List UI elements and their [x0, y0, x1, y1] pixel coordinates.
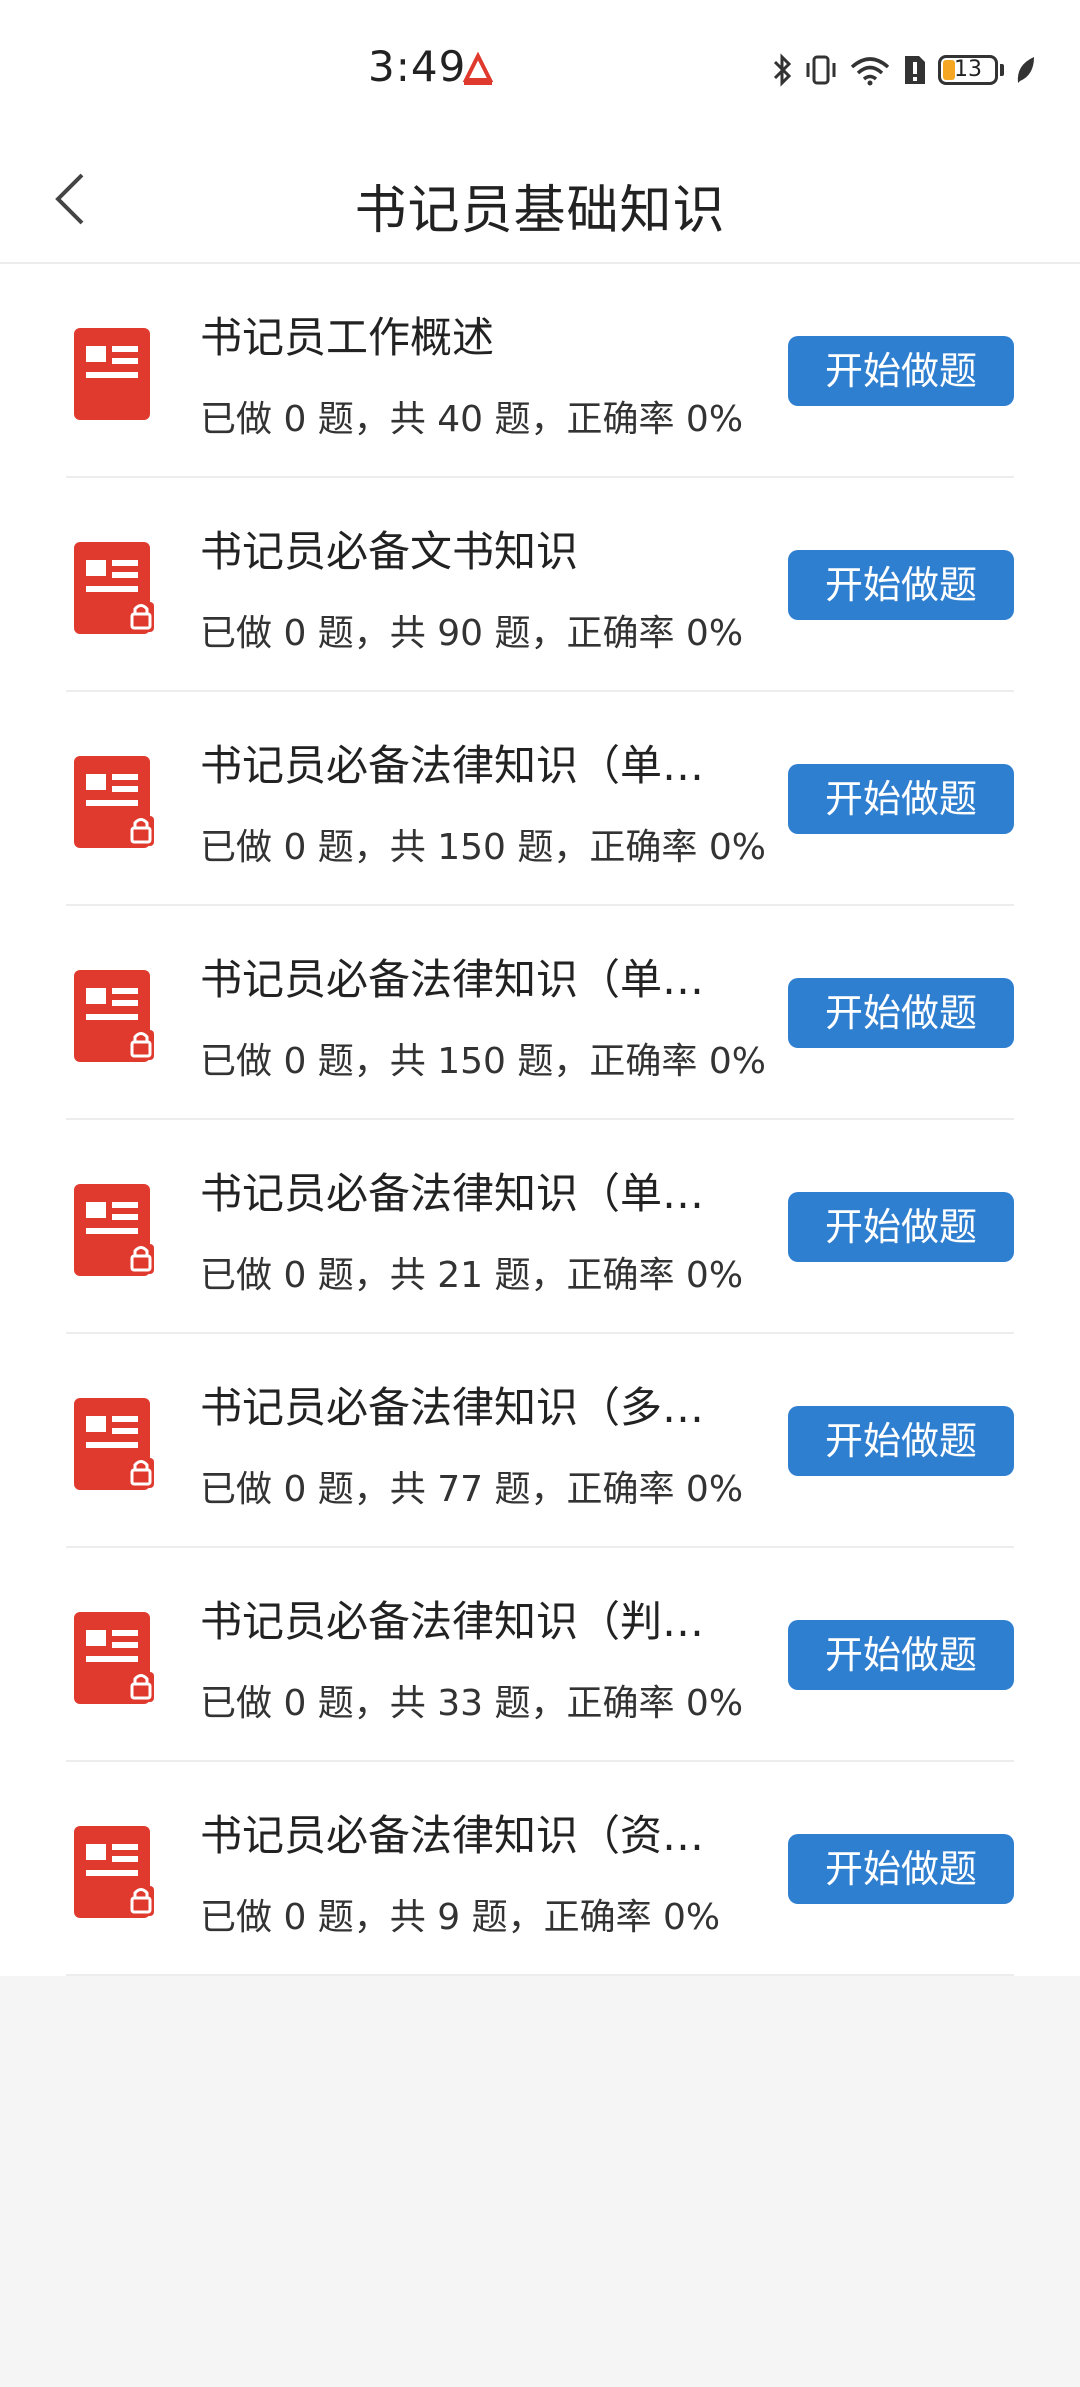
lock-icon	[128, 1030, 154, 1060]
start-quiz-button[interactable]: 开始做题	[788, 336, 1014, 406]
list-item: 书记员必备法律知识（多… 已做 0 题，共 77 题，正确率 0% 开始做题	[66, 1334, 1014, 1548]
item-progress: 已做 0 题，共 150 题，正确率 0%	[200, 1041, 766, 1082]
list-item: 书记员工作概述 已做 0 题，共 40 题，正确率 0% 开始做题	[66, 264, 1014, 478]
list-item: 书记员必备法律知识（单… 已做 0 题，共 21 题，正确率 0% 开始做题	[66, 1120, 1014, 1334]
lock-icon	[128, 1672, 154, 1702]
start-quiz-button[interactable]: 开始做题	[788, 1192, 1014, 1262]
bluetooth-icon	[773, 53, 792, 87]
document-icon	[74, 1184, 154, 1276]
document-icon	[74, 1826, 154, 1918]
battery-level: 13	[954, 57, 982, 82]
document-icon	[74, 328, 150, 420]
start-quiz-button[interactable]: 开始做题	[788, 1834, 1014, 1904]
lock-icon	[128, 602, 154, 632]
page-title: 书记员基础知识	[354, 181, 726, 241]
document-icon	[74, 542, 154, 634]
vibrate-icon	[806, 55, 836, 85]
item-title: 书记员必备法律知识（单…	[200, 1169, 705, 1218]
item-title: 书记员必备法律知识（资…	[200, 1811, 705, 1860]
list-item: 书记员必备法律知识（资… 已做 0 题，共 9 题，正确率 0% 开始做题	[66, 1762, 1014, 1976]
item-title: 书记员必备法律知识（多…	[200, 1383, 705, 1432]
list-item: 书记员必备法律知识（判… 已做 0 题，共 33 题，正确率 0% 开始做题	[66, 1548, 1014, 1762]
start-quiz-button[interactable]: 开始做题	[788, 1620, 1014, 1690]
sim-alert-icon	[905, 56, 925, 84]
item-progress: 已做 0 题，共 21 题，正确率 0%	[200, 1255, 744, 1296]
status-time: 3:49	[368, 42, 467, 91]
start-quiz-button[interactable]: 开始做题	[788, 1406, 1014, 1476]
item-title: 书记员必备法律知识（判…	[200, 1597, 705, 1646]
item-progress: 已做 0 题，共 150 题，正确率 0%	[200, 827, 766, 868]
item-progress: 已做 0 题，共 33 题，正确率 0%	[200, 1683, 744, 1724]
item-progress: 已做 0 题，共 40 题，正确率 0%	[200, 399, 744, 440]
lock-icon	[128, 1886, 154, 1916]
start-quiz-button[interactable]: 开始做题	[788, 764, 1014, 834]
lock-icon	[128, 1244, 154, 1274]
item-progress: 已做 0 题，共 9 题，正确率 0%	[200, 1897, 721, 1938]
document-icon	[74, 970, 154, 1062]
start-quiz-button[interactable]: 开始做题	[788, 550, 1014, 620]
start-quiz-button[interactable]: 开始做题	[788, 978, 1014, 1048]
document-icon	[74, 1612, 154, 1704]
item-title: 书记员工作概述	[200, 313, 495, 362]
item-progress: 已做 0 题，共 77 题，正确率 0%	[200, 1469, 744, 1510]
item-title: 书记员必备法律知识（单…	[200, 955, 705, 1004]
status-bar: 3:49 13	[0, 0, 1080, 140]
list-item: 书记员必备法律知识（单… 已做 0 题，共 150 题，正确率 0% 开始做题	[66, 692, 1014, 906]
nav-bar: 书记员基础知识	[0, 140, 1080, 264]
item-progress: 已做 0 题，共 90 题，正确率 0%	[200, 613, 744, 654]
battery-icon: 13	[938, 55, 998, 85]
lock-icon	[128, 1458, 154, 1488]
document-icon	[74, 1398, 154, 1490]
lock-icon	[128, 816, 154, 846]
list-item: 书记员必备法律知识（单… 已做 0 题，共 150 题，正确率 0% 开始做题	[66, 906, 1014, 1120]
exercise-list: 书记员工作概述 已做 0 题，共 40 题，正确率 0% 开始做题 书记员必备文…	[0, 264, 1080, 1976]
wifi-icon	[850, 57, 890, 86]
item-title: 书记员必备法律知识（单…	[200, 741, 705, 790]
list-item: 书记员必备文书知识 已做 0 题，共 90 题，正确率 0% 开始做题	[66, 478, 1014, 692]
document-icon	[74, 756, 154, 848]
status-icons: 13	[772, 50, 1036, 90]
top-area: 3:49 13 书记员基础知识	[0, 0, 1080, 264]
leaf-icon	[1017, 57, 1034, 83]
app-notification-icon	[462, 52, 494, 85]
battery-tip	[1000, 64, 1004, 76]
item-title: 书记员必备文书知识	[200, 527, 579, 576]
